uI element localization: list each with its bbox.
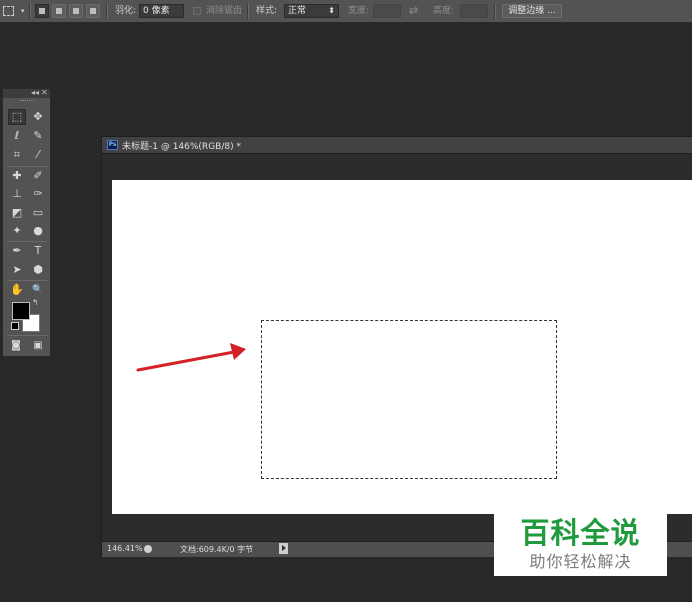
options-bar: ▾ 羽化: 0 像素 消除锯齿 样式: 正常 ⬍ 宽度: ⇄ 高度: 调整边缘 … (0, 0, 692, 23)
brush-tool-icon[interactable]: ✐ (29, 168, 47, 184)
swap-dimensions-icon[interactable]: ⇄ (409, 4, 418, 18)
style-select[interactable]: 正常 ⬍ (284, 4, 339, 18)
gradient-tool-icon[interactable]: ▭ (29, 205, 47, 221)
move-tool-icon[interactable]: ✥ (29, 109, 47, 125)
dodge-tool-icon[interactable]: ● (29, 223, 47, 239)
panel-grip[interactable] (20, 100, 34, 103)
collapse-icon[interactable]: ◂◂ (31, 88, 39, 97)
tool-divider (7, 166, 47, 167)
photoshop-logo-icon: Ps (107, 140, 118, 150)
close-icon[interactable]: ✕ (41, 88, 48, 97)
feather-label: 羽化: (115, 6, 137, 16)
tool-divider (7, 335, 47, 336)
type-tool-icon[interactable]: T (29, 243, 47, 259)
info-icon (144, 545, 152, 553)
divider (494, 3, 496, 19)
swap-colors-icon[interactable]: ↰ (32, 298, 39, 307)
divider (247, 3, 249, 19)
history-brush-tool-icon[interactable]: ✑ (29, 186, 47, 202)
quick-mask-icon[interactable]: ◙ (7, 338, 25, 354)
lasso-tool-icon[interactable]: ℓ (8, 128, 26, 144)
rect-marquee-icon (3, 5, 14, 16)
watermark-title: 百科全说 (520, 516, 641, 550)
watermark-subtitle: 助你轻松解决 (529, 552, 632, 571)
rectangular-selection[interactable] (261, 320, 557, 479)
crop-tool-icon[interactable]: ⌗ (8, 147, 26, 163)
select-arrow-icon: ⬍ (328, 6, 335, 15)
tool-divider (7, 241, 47, 242)
document-size-info: 文档:609.4K/0 字节 (180, 545, 254, 554)
tools-panel: ◂◂ ✕ ⬚ ✥ ℓ ✎ ⌗ ⁄ ✚ ✐ ⊥ ✑ ◩ ▭ ✦ ● ✒ T ➤ ⬢… (2, 88, 51, 357)
intersect-selection-button[interactable] (86, 4, 100, 18)
status-menu-arrow-icon[interactable] (279, 543, 288, 554)
healing-brush-tool-icon[interactable]: ✚ (8, 168, 26, 184)
tools-panel-header[interactable]: ◂◂ ✕ (3, 88, 50, 98)
eyedropper-tool-icon[interactable]: ⁄ (29, 147, 47, 163)
zoom-tool-icon[interactable]: 🔍 (29, 282, 47, 298)
divider (29, 3, 31, 19)
height-label: 高度: (433, 6, 455, 16)
height-input[interactable] (460, 4, 488, 18)
default-colors-icon[interactable] (11, 322, 19, 330)
width-label: 宽度: (348, 6, 370, 16)
clone-stamp-tool-icon[interactable]: ⊥ (8, 186, 26, 202)
tool-divider (7, 280, 47, 281)
path-select-tool-icon[interactable]: ➤ (8, 262, 26, 278)
screen-mode-icon[interactable]: ▣ (29, 338, 47, 354)
annotation-arrow-icon (136, 343, 246, 372)
quick-select-tool-icon[interactable]: ✎ (29, 128, 47, 144)
hand-tool-icon[interactable]: ✋ (8, 282, 26, 298)
divider (106, 3, 108, 19)
style-select-value: 正常 (288, 6, 307, 16)
refine-edge-button[interactable]: 调整边缘 ... (502, 4, 562, 18)
watermark: 百科全说 助你轻松解决 (494, 510, 667, 576)
document-tab[interactable]: Ps 未标题-1 @ 146%(RGB/8) * (102, 137, 692, 154)
new-selection-button[interactable] (35, 4, 49, 18)
eraser-tool-icon[interactable]: ◩ (8, 205, 26, 221)
shape-tool-icon[interactable]: ⬢ (29, 262, 47, 278)
style-label: 样式: (256, 6, 278, 16)
document-title: 未标题-1 @ 146%(RGB/8) * (122, 142, 241, 152)
antialias-checkbox[interactable] (193, 7, 201, 15)
subtract-from-selection-button[interactable] (69, 4, 83, 18)
width-input[interactable] (373, 4, 401, 18)
foreground-color-swatch[interactable] (12, 302, 30, 320)
blur-tool-icon[interactable]: ✦ (8, 223, 26, 239)
zoom-level[interactable]: 146.41% (107, 544, 143, 553)
feather-input[interactable]: 0 像素 (139, 4, 184, 18)
chevron-down-icon: ▾ (20, 7, 25, 15)
rect-marquee-tool-icon[interactable]: ⬚ (8, 109, 26, 125)
pen-tool-icon[interactable]: ✒ (8, 243, 26, 259)
add-to-selection-button[interactable] (52, 4, 66, 18)
tool-preset-picker[interactable]: ▾ (3, 4, 24, 18)
antialias-label: 消除锯齿 (206, 6, 243, 16)
